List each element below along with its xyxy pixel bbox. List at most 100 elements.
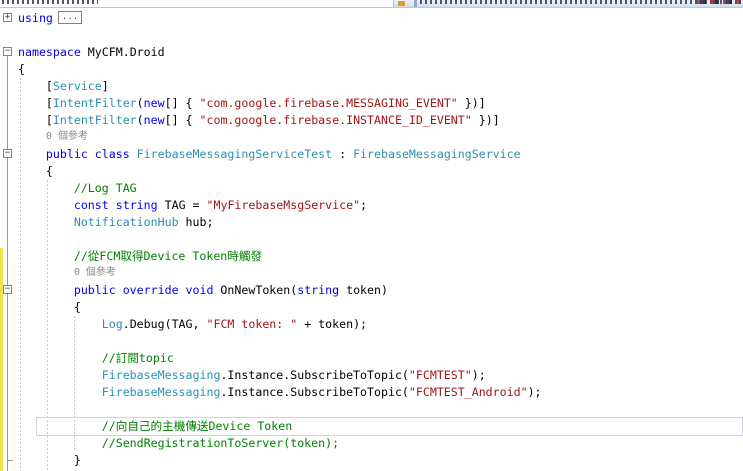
code-token: //Log TAG bbox=[18, 181, 137, 195]
fold-margin bbox=[0, 163, 18, 180]
fold-expand-icon[interactable]: + bbox=[3, 13, 12, 22]
code-line[interactable]: { bbox=[0, 61, 743, 78]
code-line-text: [Service] bbox=[18, 78, 743, 95]
code-token: Log bbox=[101, 317, 123, 331]
code-token: ( bbox=[136, 113, 144, 127]
code-token: //SendRegistrationToServer(token); bbox=[18, 436, 340, 450]
code-line[interactable]: //SendRegistrationToServer(token); bbox=[0, 435, 743, 452]
code-token: //訂閱topic bbox=[18, 351, 174, 365]
fold-margin bbox=[0, 418, 18, 435]
code-line-text: } bbox=[18, 452, 743, 469]
code-line[interactable]: − public class FirebaseMessagingServiceT… bbox=[0, 146, 743, 163]
code-token: FirebaseMessaging bbox=[101, 368, 221, 382]
code-line-text: [IntentFilter(new[] { "com.google.fireba… bbox=[18, 95, 743, 112]
code-line[interactable]: //Log TAG bbox=[0, 180, 743, 197]
code-line[interactable]: NotificationHub hub; bbox=[0, 214, 743, 231]
code-line[interactable]: //向自己的主機傳送Device Token bbox=[0, 418, 743, 435]
code-line[interactable]: [IntentFilter(new[] { "com.google.fireba… bbox=[0, 95, 743, 112]
code-token: namespace bbox=[18, 45, 81, 59]
fold-collapse-icon[interactable]: − bbox=[3, 47, 12, 56]
code-line[interactable]: [Service] bbox=[0, 78, 743, 95]
codelens-references[interactable]: 0 個參考 bbox=[0, 265, 743, 282]
code-line[interactable]: + using... bbox=[0, 10, 743, 27]
code-token: FirebaseMessagingServiceTest bbox=[136, 147, 333, 161]
fold-margin bbox=[0, 316, 18, 333]
code-line[interactable]: [IntentFilter(new[] { "com.google.fireba… bbox=[0, 112, 743, 129]
code-line[interactable] bbox=[0, 401, 743, 418]
code-line[interactable]: } bbox=[0, 452, 743, 469]
code-token: OnNewToken( bbox=[213, 283, 298, 297]
code-token: FirebaseMessagingService bbox=[353, 147, 521, 161]
code-line-text: //SendRegistrationToServer(token); bbox=[18, 435, 743, 452]
fold-margin bbox=[0, 452, 18, 469]
code-line[interactable]: { bbox=[0, 163, 743, 180]
code-line[interactable] bbox=[0, 27, 743, 44]
code-token: .Instance.SubscribeToTopic( bbox=[220, 368, 409, 382]
code-token: : bbox=[332, 147, 354, 161]
member-name-clipped-text bbox=[420, 0, 738, 4]
fold-collapse-icon[interactable]: − bbox=[3, 285, 12, 294]
code-line-text: namespace MyCFM.Droid bbox=[18, 44, 743, 61]
code-line[interactable]: Log.Debug(TAG, "FCM token: " + token); bbox=[0, 316, 743, 333]
code-line-text: //Log TAG bbox=[18, 180, 743, 197]
fold-margin bbox=[0, 95, 18, 112]
code-token: "MyFirebaseMsgService" bbox=[206, 198, 361, 212]
code-line-text: 0 個參考 bbox=[18, 129, 743, 146]
fold-collapse-icon[interactable]: − bbox=[3, 149, 12, 158]
code-token: token) bbox=[339, 283, 388, 297]
fold-margin bbox=[0, 265, 18, 282]
fold-margin bbox=[0, 299, 18, 316]
code-line[interactable]: //從FCM取得Device Token時觸發 bbox=[0, 248, 743, 265]
method-icon bbox=[398, 1, 405, 6]
project-dropdown-clipped[interactable] bbox=[2, 0, 98, 4]
fold-margin bbox=[0, 180, 18, 197]
code-area[interactable]: + using... − namespace MyCFM.Droid{ [Servic… bbox=[0, 8, 743, 471]
code-token: public override void bbox=[73, 283, 214, 297]
code-token: })] bbox=[457, 96, 486, 110]
fold-margin: − bbox=[0, 282, 18, 299]
code-line[interactable]: − namespace MyCFM.Droid bbox=[0, 44, 743, 61]
collapsed-region-box[interactable]: ... bbox=[57, 11, 83, 24]
code-token: ; bbox=[360, 198, 368, 212]
code-token: })] bbox=[471, 113, 500, 127]
code-line[interactable]: FirebaseMessaging.Instance.SubscribeToTo… bbox=[0, 384, 743, 401]
code-token: .Instance.SubscribeToTopic( bbox=[220, 385, 409, 399]
fold-margin bbox=[0, 333, 18, 350]
code-line[interactable] bbox=[0, 231, 743, 248]
code-token: NotificationHub bbox=[73, 215, 179, 229]
code-token: //向自己的主機傳送Device Token bbox=[18, 419, 293, 433]
code-line-text: Log.Debug(TAG, "FCM token: " + token); bbox=[18, 316, 743, 333]
code-line[interactable] bbox=[0, 333, 743, 350]
code-token: TAG = bbox=[157, 198, 207, 212]
code-line[interactable]: { bbox=[0, 299, 743, 316]
code-token: .Debug(TAG, bbox=[122, 317, 207, 331]
code-token: IntentFilter bbox=[52, 113, 137, 127]
fold-margin bbox=[0, 384, 18, 401]
fold-margin bbox=[0, 367, 18, 384]
navigation-bar bbox=[0, 0, 743, 8]
code-line[interactable]: FirebaseMessaging.Instance.SubscribeToTo… bbox=[0, 367, 743, 384]
code-token: [] { bbox=[164, 96, 200, 110]
fold-margin bbox=[0, 78, 18, 95]
code-token: { bbox=[18, 164, 53, 178]
code-token: [ bbox=[18, 79, 53, 93]
code-token: "FCM token: " bbox=[206, 317, 298, 331]
code-line[interactable]: //訂閱topic bbox=[0, 350, 743, 367]
code-token: using bbox=[18, 11, 53, 25]
codelens-references[interactable]: 0 個參考 bbox=[0, 129, 743, 146]
code-line[interactable]: const string TAG = "MyFirebaseMsgService… bbox=[0, 197, 743, 214]
code-line-text: public override void OnNewToken(string t… bbox=[18, 282, 743, 299]
fold-margin bbox=[0, 231, 18, 248]
code-token: 0 個參考 bbox=[45, 131, 88, 142]
code-line-text: FirebaseMessaging.Instance.SubscribeToTo… bbox=[18, 367, 743, 384]
code-token: hub; bbox=[178, 215, 214, 229]
code-line-text: { bbox=[18, 299, 743, 316]
code-line[interactable]: − public override void OnNewToken(string… bbox=[0, 282, 743, 299]
code-token: string bbox=[297, 283, 340, 297]
